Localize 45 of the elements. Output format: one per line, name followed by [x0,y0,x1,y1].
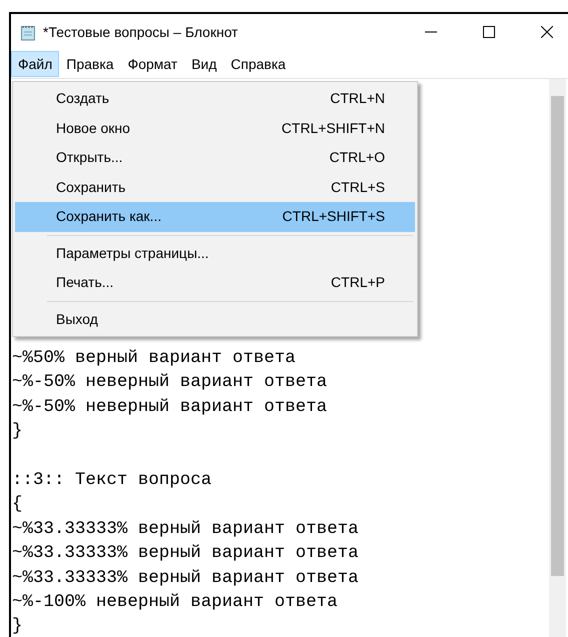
shortcut-label: CTRL+SHIFT+N [282,118,385,138]
menu-item-label: Параметры страницы... [56,244,209,263]
close-icon [541,26,553,38]
text-line: } [12,420,24,444]
shortcut-label: CTRL+N [330,89,385,108]
shortcut-label: CTRL+P [330,273,385,292]
text-line: ~%-50% неверный вариант ответа [12,371,328,394]
menu-item-label: Открыть... [56,148,123,168]
menu-item[interactable]: Выход [15,304,415,334]
menu-item-label: Сохранить [56,178,126,197]
menu-item[interactable]: Создать CTRL+N [15,84,415,114]
menu-item[interactable]: Правка [59,51,121,77]
shortcut-label: CTRL+SHIFT+S [282,207,385,226]
text-line: { [12,493,24,516]
text-line: ~%-100% неверный вариант ответа [12,590,339,614]
text-line: ::3:: Текст вопроса [12,468,213,492]
menu-item[interactable]: Сохранить как... CTRL+SHIFT+S [15,202,415,232]
menu-item[interactable]: Справка [224,51,293,77]
shortcut-label: CTRL+S [330,178,385,197]
text-line: ~%33.33333% верный вариант ответа [12,518,360,541]
menu-item[interactable]: Печать... CTRL+P [15,268,415,298]
scrollbar-thumb[interactable] [551,96,564,576]
menu-item[interactable]: Формат [120,51,184,77]
maximize-icon [483,26,495,38]
window-title: *Тестовые вопросы – Блокнот [43,22,238,42]
menu-item[interactable]: Параметры страницы... [15,238,415,268]
menu-item[interactable]: Новое окно CTRL+SHIFT+N [15,114,415,143]
menu-item[interactable]: Сохранить CTRL+S [15,172,415,202]
minimize-icon [425,31,437,33]
text-line: ~%33.33333% верный вариант ответа [12,542,360,566]
menu-item-label: Новое окно [56,118,130,138]
menu-item[interactable]: Файл [11,51,60,77]
menu-item[interactable]: Вид [184,51,224,77]
menu-item-label: Выход [56,310,98,329]
menu-item-label: Печать... [56,273,114,292]
text-line: ~%33.33333% верный вариант ответа [12,566,360,590]
notepad-icon [20,24,37,40]
scrollbar[interactable] [549,79,566,637]
shortcut-label: CTRL+O [329,148,385,168]
menu-item[interactable]: Открыть... CTRL+O [15,143,415,172]
menu-item-label: Создать [56,89,110,108]
text-line: ~%50% верный вариант ответа [12,347,297,370]
menu-item-label: Сохранить как... [56,207,162,226]
text-line: ~%-50% неверный вариант ответа [12,396,328,419]
text-line: } [12,615,24,637]
